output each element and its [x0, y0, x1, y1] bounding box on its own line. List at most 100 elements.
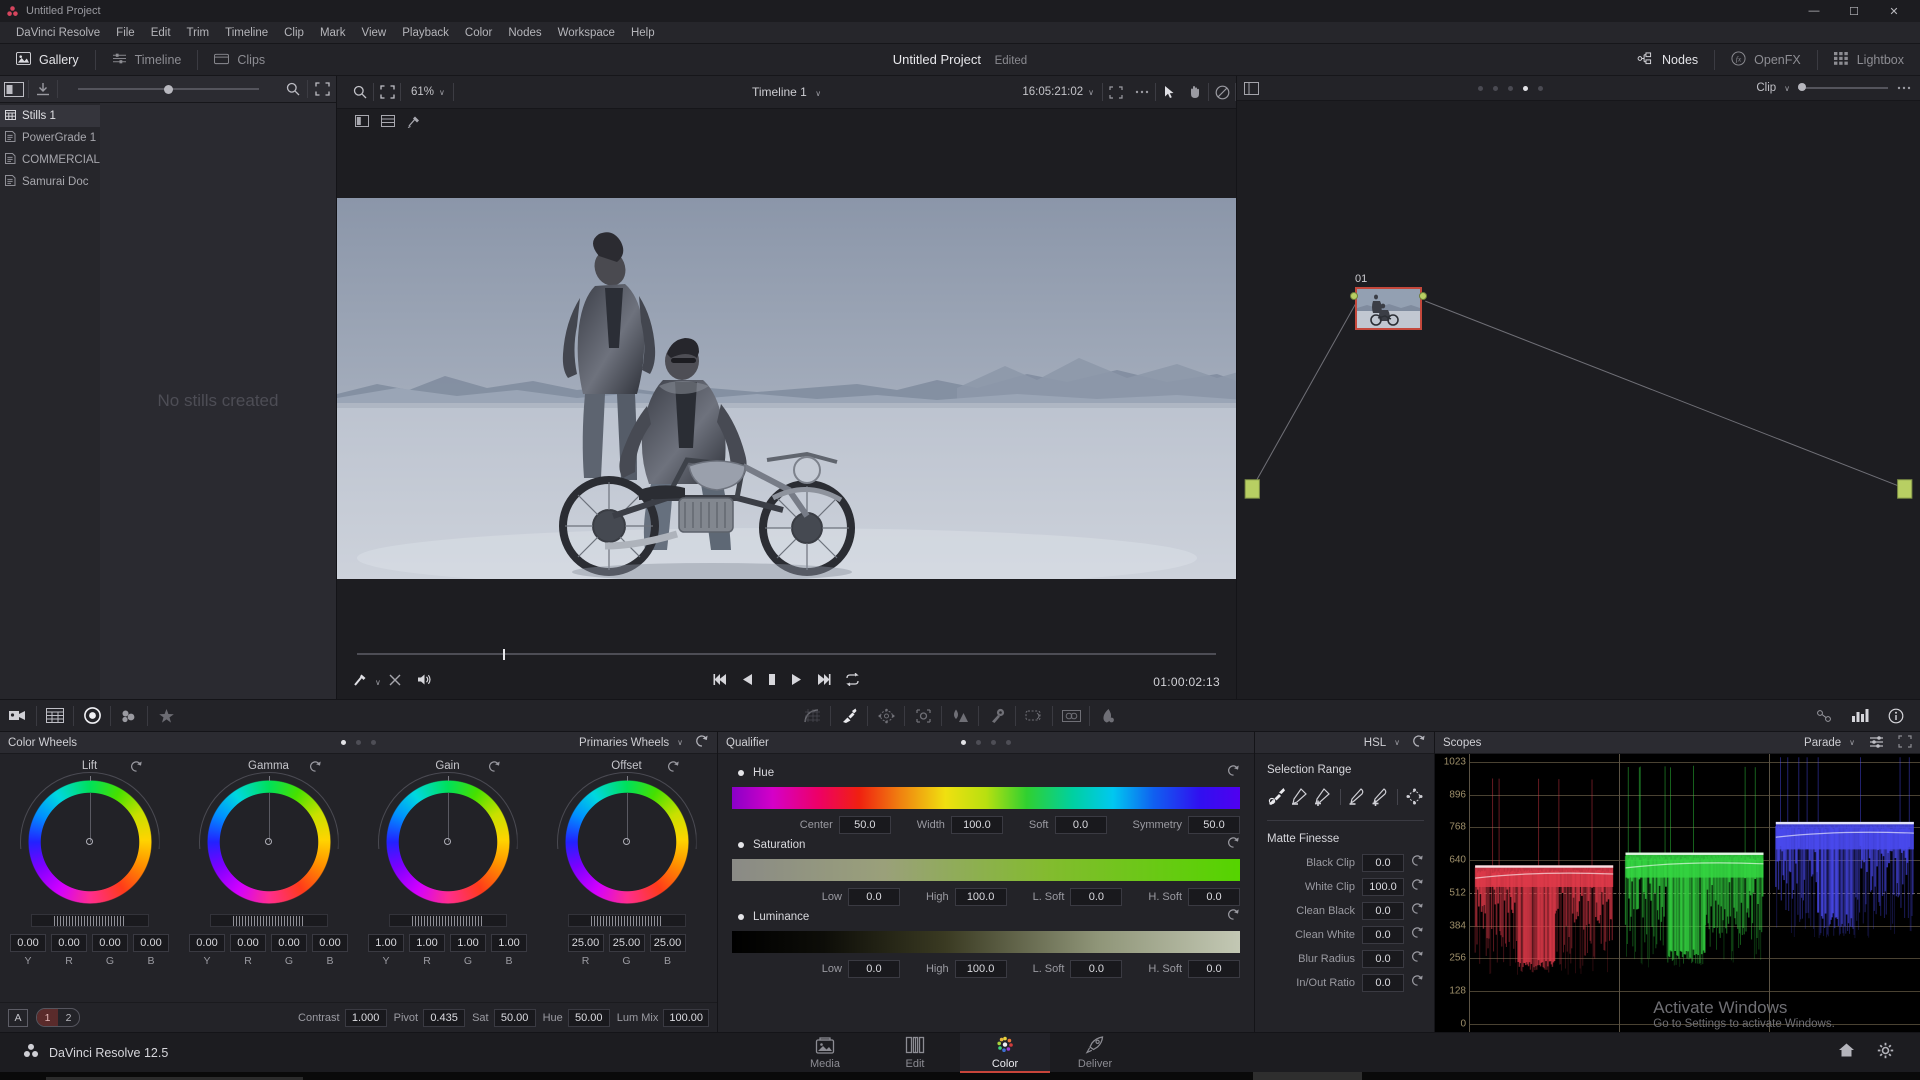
- color-wheel-control[interactable]: [198, 772, 339, 904]
- page-dot[interactable]: [1508, 85, 1514, 91]
- wipe-icon[interactable]: [375, 111, 401, 131]
- mcafee-icon[interactable]: [1697, 1072, 1723, 1080]
- taskbar-app-audition-icon[interactable]: Au: [808, 1072, 848, 1080]
- spotify-icon[interactable]: [543, 1072, 583, 1080]
- reset-icon[interactable]: [1411, 854, 1424, 872]
- chevron-up-icon[interactable]: [1645, 1072, 1671, 1080]
- field-value[interactable]: 0.00: [51, 934, 87, 952]
- taskbar-app-recording-[interactable]: CRecording...: [1253, 1072, 1363, 1080]
- chevron-down-icon[interactable]: ∨: [1394, 738, 1400, 747]
- reset-icon[interactable]: [1411, 950, 1424, 968]
- image-wipe-icon[interactable]: [401, 111, 427, 131]
- field-value[interactable]: 0.00: [271, 934, 307, 952]
- gallery-album-stills-1[interactable]: Stills 1: [0, 105, 100, 127]
- menu-item-edit[interactable]: Edit: [143, 22, 179, 44]
- gallery-album-powergrade-1[interactable]: PowerGrade 1: [0, 127, 100, 149]
- reset-icon[interactable]: [1411, 878, 1424, 896]
- color-wheel-control[interactable]: [556, 772, 697, 904]
- wheel-handle[interactable]: [85, 838, 93, 845]
- wheel-handle[interactable]: [264, 838, 272, 845]
- field-value[interactable]: 0.0: [1188, 888, 1240, 906]
- field-value[interactable]: 100.0: [1362, 878, 1404, 896]
- color-wheel-control[interactable]: [19, 772, 160, 904]
- enable-toggle[interactable]: [738, 770, 744, 776]
- node-zoom-slider[interactable]: [1798, 83, 1888, 91]
- node-layout-icon[interactable]: [1237, 76, 1265, 100]
- page-tab-edit[interactable]: Edit: [870, 1033, 960, 1073]
- close-button[interactable]: ✕: [1874, 0, 1914, 22]
- field-value[interactable]: 0.00: [133, 934, 169, 952]
- taskbar-app-chrome-icon[interactable]: [1213, 1072, 1253, 1080]
- enable-toggle[interactable]: [738, 914, 744, 920]
- field-value[interactable]: 0.0: [1188, 960, 1240, 978]
- field-value[interactable]: 0.0: [1054, 816, 1107, 834]
- field-value[interactable]: 0.0: [1362, 926, 1404, 944]
- color-wheel-master-slider[interactable]: [388, 914, 507, 927]
- grade-version-a-button[interactable]: A: [8, 1008, 28, 1027]
- page-dot[interactable]: [341, 740, 346, 745]
- reset-icon[interactable]: [488, 760, 501, 778]
- softness-minus-icon[interactable]: [1347, 786, 1366, 807]
- picker-minus-icon[interactable]: [1290, 786, 1309, 807]
- page-dot[interactable]: [1493, 85, 1499, 91]
- page-tab-color[interactable]: Color: [960, 1032, 1050, 1073]
- windows-start-icon[interactable]: [0, 1072, 46, 1080]
- field-value[interactable]: 25.00: [567, 934, 604, 952]
- qualifier-mode-dropdown[interactable]: HSL: [1364, 737, 1386, 749]
- field-value[interactable]: 0.0: [1070, 960, 1123, 978]
- key-icon[interactable]: [979, 703, 1015, 729]
- gallery-album-samurai-doc[interactable]: Samurai Doc: [0, 171, 100, 193]
- volume-icon[interactable]: [1749, 1072, 1775, 1080]
- mail-icon[interactable]: [343, 1072, 383, 1080]
- field-value[interactable]: 0.0: [1362, 950, 1404, 968]
- stereo-icon[interactable]: [1053, 703, 1089, 729]
- reset-icon[interactable]: [1227, 836, 1240, 854]
- field-value[interactable]: 0.00: [230, 934, 266, 952]
- taskbar-app-premiere-icon[interactable]: Pr: [888, 1072, 928, 1080]
- menu-item-playback[interactable]: Playback: [394, 22, 457, 44]
- action-center-icon[interactable]: [1894, 1072, 1920, 1080]
- chevron-down-icon[interactable]: ∨: [1784, 84, 1790, 93]
- node-thumbnail[interactable]: [1355, 287, 1422, 330]
- qualifier-eyedropper-icon[interactable]: [831, 703, 867, 729]
- field-value[interactable]: 0.0: [847, 888, 900, 906]
- thunderbird-icon[interactable]: [383, 1072, 423, 1080]
- param-value[interactable]: 50.00: [493, 1008, 536, 1027]
- first-frame-icon[interactable]: [713, 673, 728, 691]
- field-value[interactable]: 25.00: [649, 934, 686, 952]
- menu-item-davinci-resolve[interactable]: DaVinci Resolve: [8, 22, 108, 44]
- page-dot[interactable]: [1006, 740, 1011, 745]
- power-window-icon[interactable]: [868, 703, 904, 729]
- taskbar-app-capture-one-icon[interactable]: 1: [1008, 1072, 1048, 1080]
- playhead[interactable]: [503, 648, 506, 660]
- page-dot[interactable]: [961, 740, 966, 745]
- qualifier-saturation-range-bar[interactable]: [732, 859, 1240, 881]
- field-value[interactable]: 0.0: [1362, 854, 1404, 872]
- menu-item-mark[interactable]: Mark: [312, 22, 354, 44]
- field-value[interactable]: 100.0: [954, 960, 1007, 978]
- qualifier-luminance-range-bar[interactable]: [732, 931, 1240, 953]
- viewer-scrubber[interactable]: [337, 643, 1236, 665]
- header-item-lightbox[interactable]: Lightbox: [1818, 44, 1920, 76]
- wheel-handle[interactable]: [443, 838, 451, 845]
- page-dot[interactable]: [1478, 85, 1484, 91]
- node-input-terminal[interactable]: [1350, 292, 1358, 300]
- tracker-icon[interactable]: [905, 703, 941, 729]
- node-graph-canvas[interactable]: 01: [1237, 101, 1920, 707]
- field-value[interactable]: 0.0: [847, 960, 900, 978]
- soft-clip-icon[interactable]: [794, 703, 830, 729]
- fruit-icon[interactable]: [623, 1072, 663, 1080]
- reset-icon[interactable]: [1411, 926, 1424, 944]
- param-value[interactable]: 0.435: [423, 1008, 466, 1027]
- color-wheel-master-slider[interactable]: [209, 914, 328, 927]
- header-item-clips[interactable]: Clips: [198, 44, 281, 76]
- bluetooth-icon[interactable]: [1775, 1072, 1801, 1080]
- wifi-icon[interactable]: [1723, 1072, 1749, 1080]
- minimize-button[interactable]: —: [1794, 0, 1834, 22]
- node-01[interactable]: 01: [1350, 273, 1427, 330]
- ellipsis-icon[interactable]: [1896, 82, 1912, 94]
- gallery-thumbnail-size-slider[interactable]: [58, 76, 279, 103]
- version-2-button[interactable]: 2: [58, 1009, 79, 1026]
- field-value[interactable]: 0.0: [1070, 888, 1123, 906]
- field-value[interactable]: 0.00: [10, 934, 46, 952]
